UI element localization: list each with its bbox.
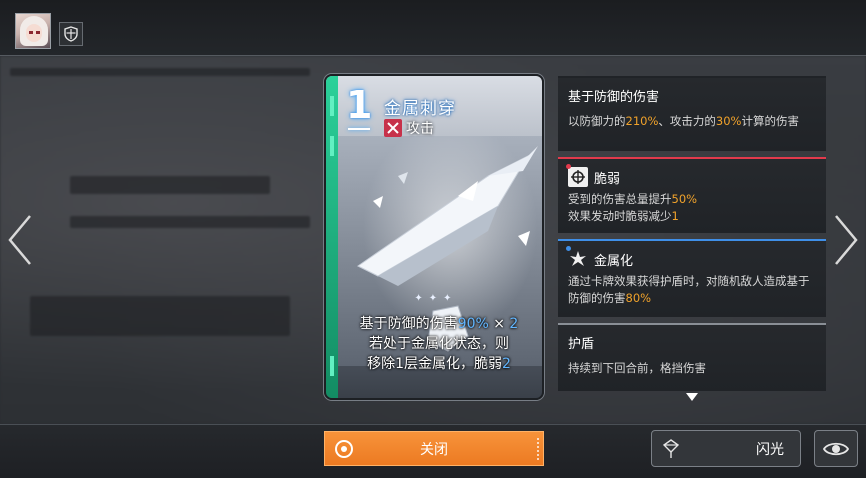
card-rarity-stripe <box>326 76 338 398</box>
flash-button-label: 闪光 <box>756 441 784 458</box>
card-name: 金属刺穿 <box>384 99 456 119</box>
attack-type-icon <box>384 119 402 137</box>
flash-button[interactable]: 闪光 <box>651 430 801 467</box>
panel-title: 金属化 <box>566 246 816 269</box>
button-dots-decoration <box>537 438 539 460</box>
skill-card[interactable]: 1 金属刺穿 攻击 ✦✦✦ 基于防御的伤害90% × 2 若处于金属化状态，则 … <box>324 74 544 400</box>
previous-arrow-icon[interactable] <box>6 212 34 268</box>
keyword-panel-shield: 护盾 持续到下回合前，格挡伤害 <box>558 323 826 391</box>
keyword-panel-vulnerable: 脆弱 受到的伤害总量提升50% 效果发动时脆弱减少1 <box>558 157 826 233</box>
crosshair-icon <box>566 164 588 187</box>
panel-body: 以防御力的210%、攻击力的30%计算的伤害 <box>568 114 799 128</box>
panel-title: 脆弱 <box>566 164 816 187</box>
cost-underline <box>348 128 370 130</box>
keyword-panel-defense-damage: 基于防御的伤害 以防御力的210%、攻击力的30%计算的伤害 <box>558 76 826 151</box>
next-arrow-icon[interactable] <box>832 212 860 268</box>
top-bar <box>0 0 866 56</box>
card-description: 基于防御的伤害90% × 2 若处于金属化状态，则 移除1层金属化，脆弱2 <box>359 316 519 372</box>
shield-icon[interactable] <box>59 22 83 46</box>
card-cost: 1 <box>346 83 373 127</box>
panel-body: 持续到下回合前，格挡伤害 <box>568 361 706 375</box>
panel-title: 护盾 <box>568 337 595 352</box>
keyword-panel-metallize: 金属化 通过卡牌效果获得护盾时，对随机敌人造成基于防御的伤害80% <box>558 239 826 317</box>
eye-icon[interactable] <box>814 430 858 467</box>
metal-burst-icon <box>566 246 588 269</box>
scroll-down-icon[interactable] <box>686 393 698 401</box>
flash-gem-icon <box>662 439 680 463</box>
panel-body: 受到的伤害总量提升50% 效果发动时脆弱减少1 <box>568 192 698 223</box>
close-button[interactable]: 关闭 <box>324 431 544 466</box>
player-avatar[interactable] <box>15 13 51 49</box>
panel-title: 基于防御的伤害 <box>568 90 660 105</box>
target-circle-icon <box>335 440 353 458</box>
panel-body: 通过卡牌效果获得护盾时，对随机敌人造成基于防御的伤害80% <box>568 274 810 305</box>
sparkle-divider: ✦✦✦ <box>414 292 458 304</box>
card-type-label: 攻击 <box>406 121 434 137</box>
card-type: 攻击 <box>384 118 434 138</box>
close-button-label: 关闭 <box>420 441 448 458</box>
